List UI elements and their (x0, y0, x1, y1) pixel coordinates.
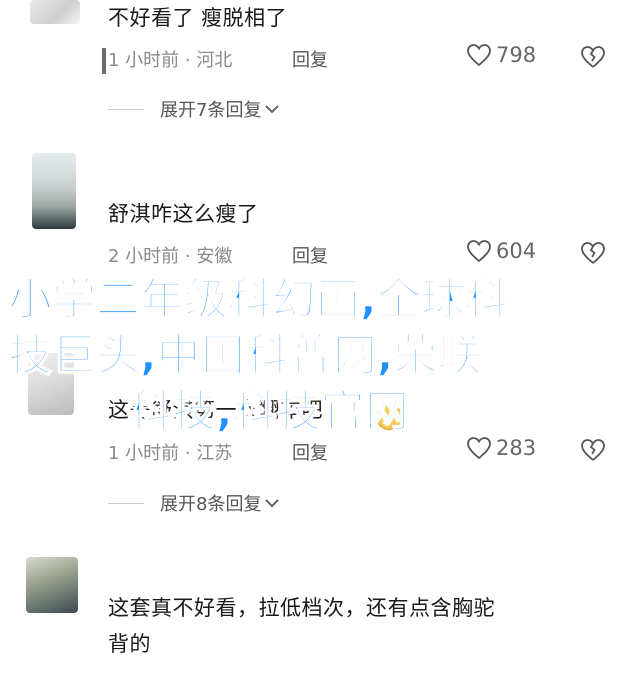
comment-text: 舒淇咋这么瘦了 (108, 202, 259, 226)
expand-label: 展开7条回复 (160, 100, 262, 121)
heart-icon (467, 437, 491, 460)
like-count: 604 (496, 239, 537, 263)
like-count: 283 (496, 436, 537, 460)
like-button[interactable]: 604 (466, 239, 536, 263)
comment-location: 江苏 (196, 443, 233, 464)
heart-icon (467, 44, 491, 67)
broken-heart-icon (581, 46, 605, 68)
avatar[interactable] (32, 153, 76, 229)
broken-heart-icon (581, 439, 605, 461)
meta-separator: · (184, 246, 191, 267)
comment-time: 1 小时前 (108, 443, 180, 464)
like-count: 798 (496, 43, 537, 67)
reply-button[interactable]: 回复 (292, 439, 328, 465)
reply-button[interactable]: 回复 (292, 242, 328, 268)
avatar[interactable] (30, 0, 80, 24)
chevron-down-icon (265, 105, 280, 114)
dislike-button[interactable] (580, 45, 606, 69)
like-button[interactable]: 283 (466, 436, 536, 460)
reply-button[interactable]: 回复 (292, 46, 328, 72)
comment-meta: 1 小时前 · 河北 (108, 46, 232, 72)
comment-text-line1: 这套真不好看，拉低档次，还有点含胸驼 (108, 596, 495, 620)
scroll-indicator (102, 48, 106, 74)
divider (108, 108, 144, 110)
comment-location: 河北 (196, 50, 233, 71)
expand-replies[interactable]: 展开8条回复 (108, 490, 408, 516)
meta-separator: · (184, 443, 191, 464)
comment-time: 1 小时前 (108, 50, 180, 71)
comment-meta: 2 小时前 · 安徽 (108, 242, 232, 268)
avatar[interactable] (26, 557, 78, 613)
comment-text-line2: 背的 (108, 632, 151, 656)
divider (108, 502, 144, 504)
like-button[interactable]: 798 (466, 43, 536, 67)
avatar[interactable] (28, 353, 74, 415)
broken-heart-icon (581, 242, 605, 264)
dislike-button[interactable] (580, 241, 606, 265)
comment-meta: 1 小时前 · 江苏 (108, 439, 232, 465)
overlay-line: 小学二年级科幻画,全球科 (7, 273, 509, 326)
comment-location: 安徽 (196, 246, 233, 267)
comment-text: 这是舒淇第一次翻车吧 (108, 398, 323, 422)
expand-label: 展开8条回复 (160, 494, 262, 515)
expand-replies[interactable]: 展开7条回复 (108, 96, 408, 122)
dislike-button[interactable] (580, 438, 606, 462)
comment-text: 不好看了 瘦脱相了 (108, 6, 288, 30)
emoji-icon (376, 404, 402, 430)
chevron-down-icon (265, 499, 280, 508)
comment-time: 2 小时前 (108, 246, 180, 267)
meta-separator: · (184, 50, 191, 71)
overlay-line: 技巨头,中国科普网,荣联 (7, 329, 482, 382)
heart-icon (467, 240, 491, 263)
